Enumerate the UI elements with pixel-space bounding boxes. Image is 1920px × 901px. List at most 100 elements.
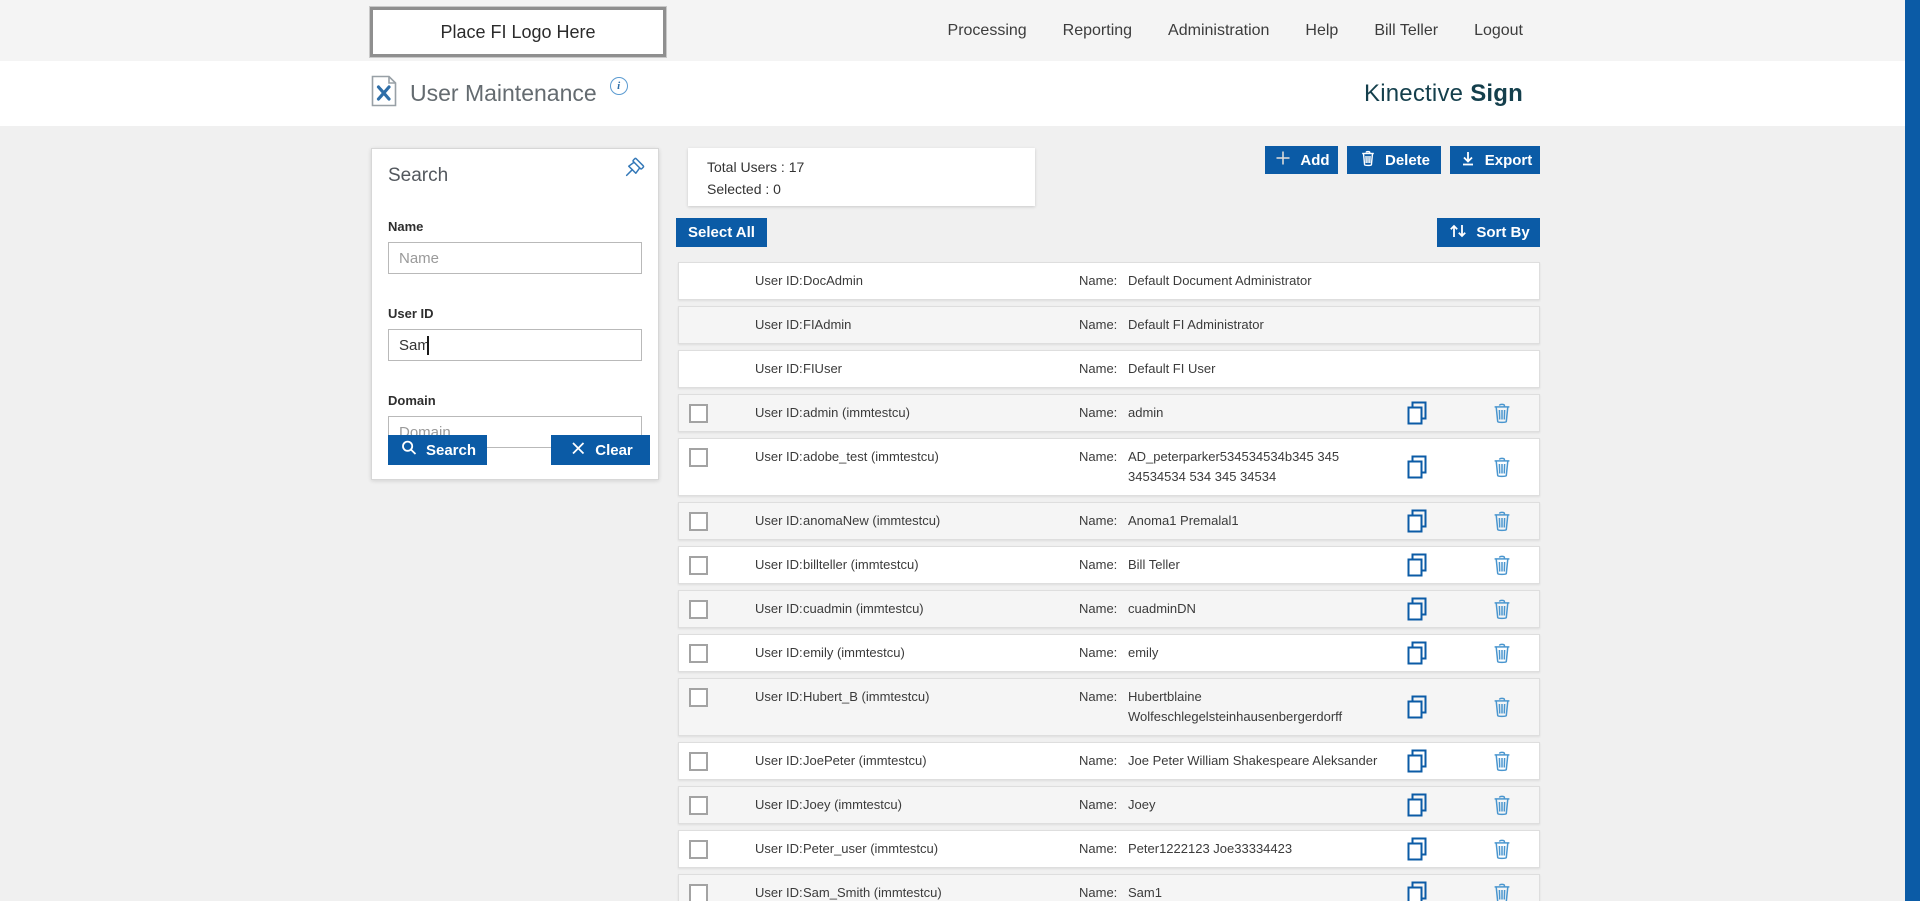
- add-button-label: Add: [1300, 151, 1330, 169]
- user-maintenance-icon: [371, 75, 397, 112]
- row-checkbox[interactable]: [689, 556, 708, 575]
- copy-icon[interactable]: [1404, 792, 1430, 818]
- nav-bill-teller[interactable]: Bill Teller: [1374, 22, 1438, 40]
- row-checkbox[interactable]: [689, 688, 708, 707]
- row-delete-icon[interactable]: [1489, 640, 1515, 666]
- user-id-value: Joey (immtestcu): [803, 797, 902, 812]
- delete-button[interactable]: Delete: [1347, 146, 1441, 174]
- row-delete-icon[interactable]: [1489, 454, 1515, 480]
- row-checkbox-cell: [679, 263, 755, 291]
- select-all-button[interactable]: Select All: [676, 218, 767, 247]
- name-label: Name:: [1079, 601, 1118, 616]
- info-icon[interactable]: i: [609, 76, 628, 95]
- user-id-label: User ID:: [755, 449, 803, 464]
- sort-icon: [1447, 221, 1469, 245]
- table-row: User ID: Hubert_B (immtestcu) Name: Hube…: [678, 678, 1540, 736]
- copy-icon[interactable]: [1404, 748, 1430, 774]
- row-checkbox-cell: [679, 635, 755, 663]
- row-checkbox[interactable]: [689, 752, 708, 771]
- copy-icon[interactable]: [1404, 552, 1430, 578]
- user-id-label: User ID:: [755, 645, 803, 660]
- row-checkbox[interactable]: [689, 600, 708, 619]
- nav-logout[interactable]: Logout: [1474, 22, 1523, 40]
- row-delete-icon[interactable]: [1489, 880, 1515, 901]
- export-button[interactable]: Export: [1450, 146, 1540, 174]
- row-checkbox-cell: [679, 395, 755, 423]
- row-checkbox-cell: [679, 503, 755, 531]
- user-id-value: anomaNew (immtestcu): [803, 513, 941, 528]
- name-value: Joey: [1128, 797, 1156, 812]
- name-input[interactable]: [388, 242, 642, 274]
- search-panel-title: Search: [388, 165, 449, 186]
- name-label: Name:: [1079, 797, 1118, 812]
- user-id-value: JoePeter (immtestcu): [803, 753, 927, 768]
- copy-icon[interactable]: [1404, 640, 1430, 666]
- brand-bold: Sign: [1470, 79, 1523, 107]
- total-users-count: Total Users : 17: [707, 159, 805, 175]
- copy-icon[interactable]: [1404, 880, 1430, 901]
- search-button[interactable]: Search: [388, 435, 487, 465]
- row-delete-icon[interactable]: [1489, 748, 1515, 774]
- user-id-value: FIAdmin: [803, 317, 852, 332]
- row-delete-icon[interactable]: [1489, 400, 1515, 426]
- name-label: Name:: [1079, 317, 1118, 332]
- row-checkbox[interactable]: [689, 884, 708, 901]
- row-delete-icon[interactable]: [1489, 596, 1515, 622]
- copy-icon[interactable]: [1404, 836, 1430, 862]
- name-value: Joe Peter William Shakespeare Aleksander: [1128, 753, 1378, 768]
- row-checkbox[interactable]: [689, 644, 708, 663]
- name-field-label: Name: [388, 219, 424, 234]
- copy-icon[interactable]: [1404, 694, 1430, 720]
- name-value: Default FI Administrator: [1128, 317, 1264, 332]
- user-id-label: User ID:: [755, 317, 803, 332]
- name-label: Name:: [1079, 405, 1118, 420]
- user-id-label: User ID:: [755, 273, 803, 288]
- nav-reporting[interactable]: Reporting: [1063, 22, 1132, 40]
- table-row: User ID: FIAdmin Name: Default FI Admini…: [678, 306, 1540, 344]
- list-toolbar: Add Delete Export: [1265, 146, 1540, 174]
- row-delete-icon[interactable]: [1489, 552, 1515, 578]
- row-checkbox[interactable]: [689, 840, 708, 859]
- pin-icon[interactable]: [618, 157, 648, 187]
- name-value: Sam1: [1128, 885, 1162, 900]
- clear-button[interactable]: Clear: [551, 435, 650, 465]
- row-delete-icon[interactable]: [1489, 508, 1515, 534]
- add-button[interactable]: Add: [1265, 146, 1338, 174]
- sort-by-button[interactable]: Sort By: [1437, 218, 1540, 247]
- name-label: Name:: [1079, 645, 1118, 660]
- user-list: User ID: DocAdmin Name: Default Document…: [678, 262, 1540, 901]
- row-delete-icon[interactable]: [1489, 836, 1515, 862]
- row-checkbox[interactable]: [689, 796, 708, 815]
- select-all-label: Select All: [688, 224, 755, 241]
- user-id-label: User ID:: [755, 557, 803, 572]
- copy-icon[interactable]: [1404, 508, 1430, 534]
- fi-logo-placeholder: Place FI Logo Here: [370, 7, 666, 57]
- row-checkbox[interactable]: [689, 512, 708, 531]
- row-checkbox[interactable]: [689, 448, 708, 467]
- row-checkbox[interactable]: [689, 404, 708, 423]
- user-id-value: Hubert_B (immtestcu): [803, 689, 930, 704]
- fi-logo-text: Place FI Logo Here: [440, 21, 596, 42]
- domain-field-label: Domain: [388, 393, 436, 408]
- row-delete-icon[interactable]: [1489, 694, 1515, 720]
- copy-icon[interactable]: [1404, 454, 1430, 480]
- name-label: Name:: [1079, 753, 1118, 768]
- nav-processing[interactable]: Processing: [948, 22, 1027, 40]
- user-id-value: admin (immtestcu): [803, 405, 910, 420]
- download-icon: [1458, 148, 1478, 172]
- name-value: Default Document Administrator: [1128, 273, 1312, 288]
- user-id-field-label: User ID: [388, 306, 434, 321]
- row-delete-icon[interactable]: [1489, 792, 1515, 818]
- vertical-scrollbar[interactable]: [1905, 0, 1920, 901]
- table-row: User ID: Peter_user (immtestcu) Name: Pe…: [678, 830, 1540, 868]
- name-value: admin: [1128, 405, 1164, 420]
- copy-icon[interactable]: [1404, 596, 1430, 622]
- name-label: Name:: [1079, 841, 1118, 856]
- trash-icon: [1358, 148, 1378, 172]
- user-id-label: User ID:: [755, 513, 803, 528]
- nav-help[interactable]: Help: [1305, 22, 1338, 40]
- copy-icon[interactable]: [1404, 400, 1430, 426]
- name-value: AD_peterparker534534534b345 345 34534534…: [1128, 449, 1340, 484]
- nav-administration[interactable]: Administration: [1168, 22, 1269, 40]
- name-label: Name:: [1079, 361, 1118, 376]
